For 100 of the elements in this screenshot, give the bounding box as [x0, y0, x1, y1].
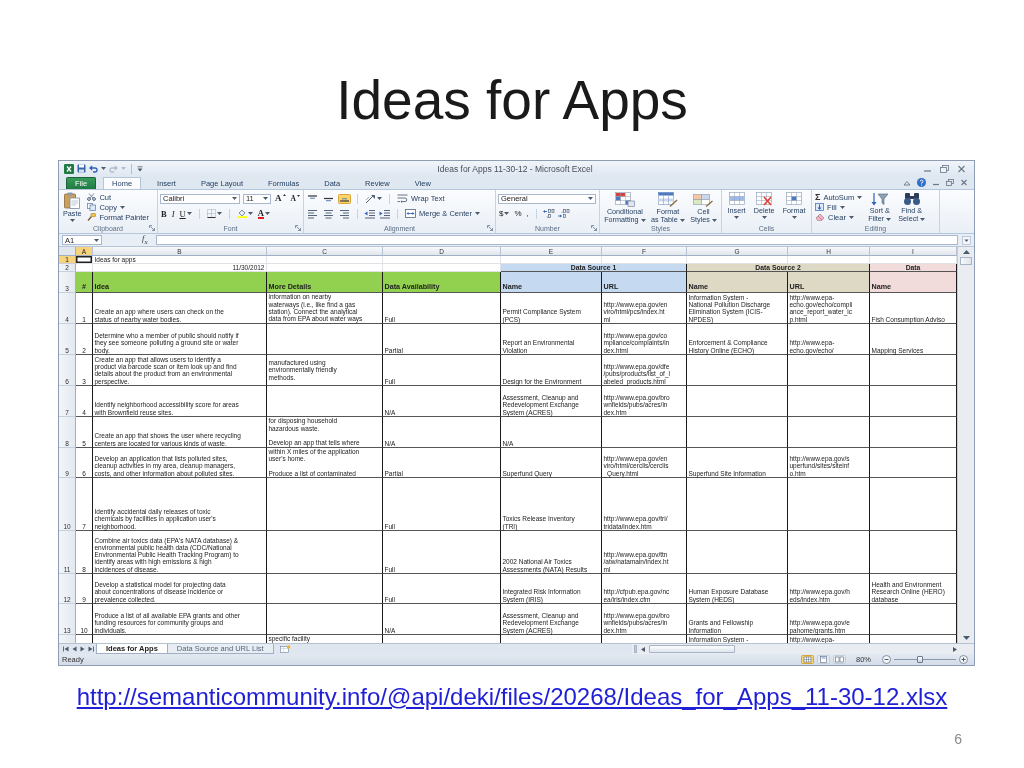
- restore-icon[interactable]: [946, 179, 954, 186]
- caret-icon: [761, 216, 767, 219]
- caret-up-icon: [282, 194, 286, 196]
- expand-formula-bar-icon[interactable]: [962, 235, 971, 245]
- italic-button[interactable]: I: [170, 208, 176, 219]
- new-sheet-icon[interactable]: [279, 645, 291, 653]
- caret-icon: [474, 212, 480, 215]
- undo-icon[interactable]: [89, 164, 98, 173]
- caret-icon: [679, 218, 685, 222]
- borders-button[interactable]: [205, 208, 223, 219]
- scrollbar-thumb[interactable]: [960, 257, 972, 265]
- help-icon[interactable]: [917, 178, 926, 187]
- decrease-indent-icon[interactable]: [364, 208, 376, 219]
- caret-icon[interactable]: [101, 167, 106, 170]
- decrease-decimal-icon[interactable]: [557, 209, 570, 218]
- percent-button[interactable]: %: [513, 208, 523, 219]
- caret-icon: [857, 195, 863, 199]
- page-break-view-icon[interactable]: [833, 655, 846, 664]
- orientation-button[interactable]: [364, 193, 383, 204]
- page-number: 6: [954, 731, 962, 747]
- first-sheet-icon[interactable]: [63, 646, 69, 652]
- caret-icon: [216, 212, 222, 215]
- conditional-formatting-icon: [614, 192, 635, 207]
- vertical-scrollbar[interactable]: [957, 247, 974, 643]
- borders-icon: [206, 209, 216, 218]
- dialog-launcher-icon[interactable]: [591, 225, 597, 231]
- caret-down-icon: [296, 195, 300, 197]
- dialog-launcher-icon[interactable]: [149, 225, 155, 231]
- dialog-launcher-icon[interactable]: [295, 225, 301, 231]
- caret-icon: [186, 212, 192, 215]
- caret-icon: [69, 219, 75, 222]
- scroll-left-icon[interactable]: [640, 645, 646, 653]
- increase-indent-icon[interactable]: [379, 208, 391, 219]
- align-bottom-icon[interactable]: [338, 193, 351, 204]
- fill-down-icon: [815, 203, 824, 211]
- scroll-up-icon[interactable]: [961, 249, 971, 255]
- increase-decimal-icon[interactable]: [542, 209, 555, 218]
- sort-filter-icon: [870, 192, 889, 206]
- scrollbar-thumb[interactable]: [649, 645, 735, 653]
- align-center-icon[interactable]: [322, 208, 335, 219]
- eraser-icon: [815, 213, 825, 221]
- scroll-down-icon[interactable]: [961, 635, 971, 641]
- caret-icon: [247, 212, 253, 215]
- page-layout-view-icon[interactable]: [817, 655, 830, 664]
- close-icon[interactable]: [957, 164, 966, 173]
- slider-thumb[interactable]: [917, 656, 924, 663]
- source-link[interactable]: http://semanticommunity.info/@api/deki/files/20268/Ideas_for_Apps_11-30-12.xlsx: [76, 683, 948, 710]
- align-left-icon[interactable]: [306, 208, 319, 219]
- caret-icon: [232, 197, 237, 200]
- diagonal-arrow-icon: [365, 193, 376, 204]
- close-icon[interactable]: [960, 179, 968, 186]
- cell-styles-icon: [693, 192, 714, 207]
- next-sheet-icon[interactable]: [80, 646, 85, 652]
- clipboard-icon: [64, 192, 81, 209]
- caret-icon: [791, 216, 797, 219]
- restore-icon[interactable]: [940, 164, 949, 173]
- collapse-ribbon-icon[interactable]: [903, 179, 911, 186]
- insert-row-icon: [728, 192, 745, 206]
- delete-cells-icon: [756, 192, 773, 206]
- zoom-in-icon[interactable]: [959, 655, 968, 664]
- horizontal-scrollbar[interactable]: [632, 644, 974, 654]
- align-right-icon[interactable]: [338, 208, 351, 219]
- caret-icon: [94, 238, 99, 242]
- caret-icon: [377, 197, 382, 200]
- fill-color-button[interactable]: [235, 208, 254, 219]
- currency-button[interactable]: $: [498, 208, 511, 219]
- caret-icon: [711, 218, 717, 222]
- previous-sheet-icon[interactable]: [72, 646, 77, 652]
- window-title: Ideas for Apps 11-30-12 - Microsoft Excel: [437, 163, 593, 174]
- copy-icon: [87, 203, 97, 211]
- active-cell[interactable]: [76, 256, 93, 264]
- caret-icon: [119, 205, 125, 209]
- comma-button[interactable]: ,: [525, 208, 530, 219]
- normal-view-icon[interactable]: [801, 655, 814, 664]
- insert-function-button[interactable]: f$_{x}$: [142, 233, 148, 247]
- save-icon[interactable]: [77, 164, 86, 173]
- caret-icon: [640, 218, 646, 222]
- formula-input[interactable]: [155, 235, 958, 245]
- format-cells-icon: [786, 192, 803, 206]
- slide-title: Ideas for Apps: [336, 68, 688, 133]
- customize-toolbar-icon[interactable]: [137, 165, 143, 172]
- zoom-slider[interactable]: [894, 656, 956, 663]
- caret-icon: [263, 197, 268, 200]
- grow-font-button[interactable]: A: [274, 193, 287, 204]
- scissors-icon: [87, 193, 97, 201]
- bold-button[interactable]: B: [160, 208, 168, 219]
- caret-icon: [886, 217, 892, 221]
- paint-bucket-icon: [236, 209, 247, 218]
- app-icon[interactable]: [64, 163, 74, 174]
- merge-cells-icon: [405, 209, 416, 218]
- caret-icon: [734, 216, 740, 219]
- split-handle[interactable]: [634, 645, 637, 653]
- caret-icon: [920, 217, 926, 221]
- dialog-launcher-icon[interactable]: [487, 225, 493, 231]
- underline-button[interactable]: U: [178, 208, 193, 219]
- zoom-out-icon[interactable]: [882, 655, 891, 664]
- font-color-button[interactable]: A: [256, 208, 271, 219]
- wrap-text-icon: [397, 194, 408, 203]
- scroll-right-icon[interactable]: [952, 645, 958, 653]
- last-sheet-icon[interactable]: [88, 646, 94, 652]
